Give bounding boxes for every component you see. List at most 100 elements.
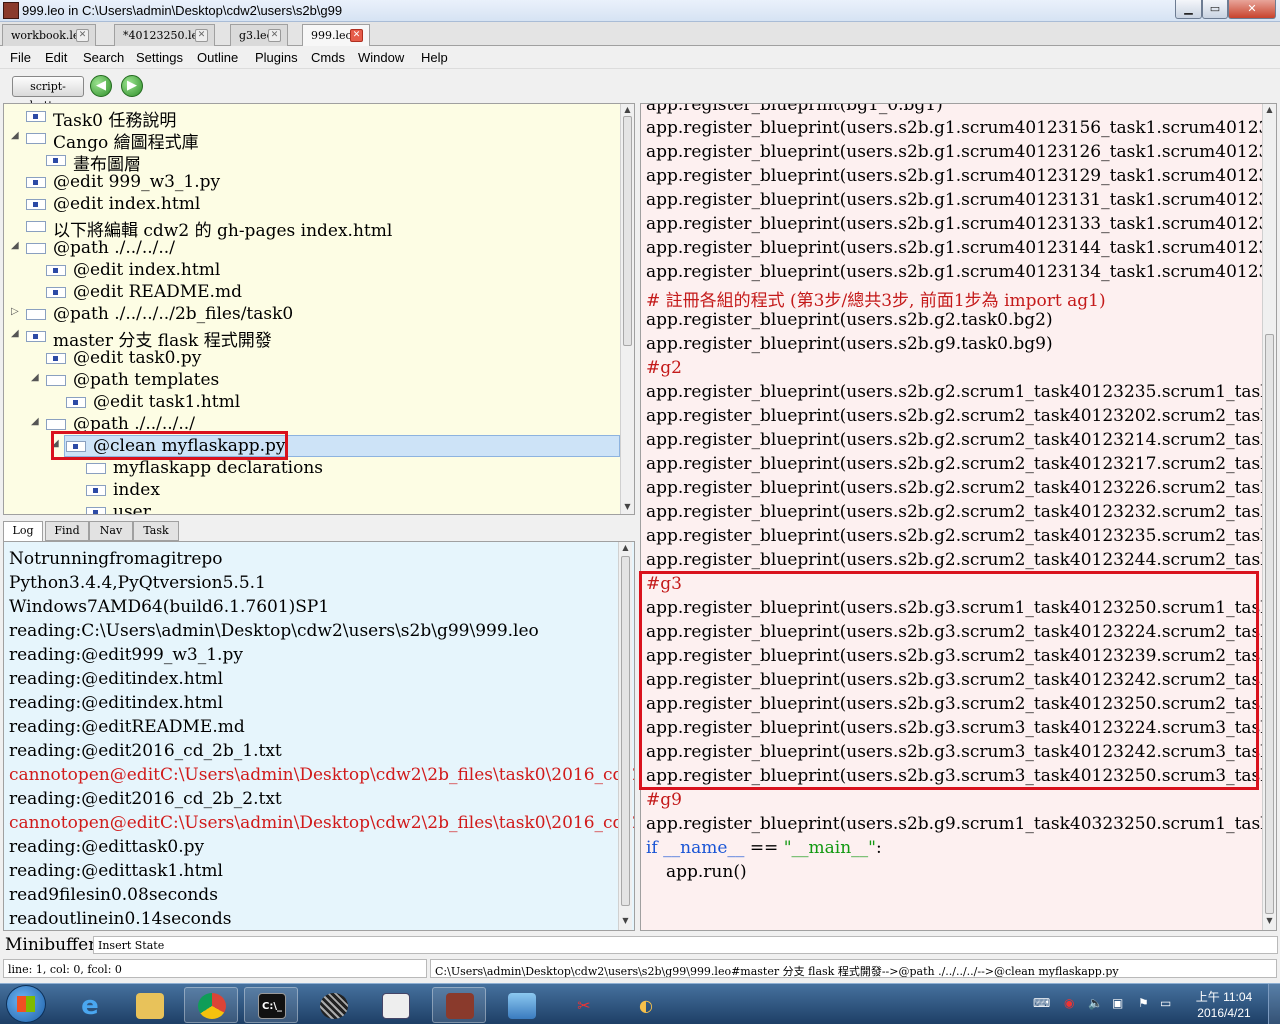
- tab-log[interactable]: Log: [3, 521, 43, 541]
- taskbar-cmd[interactable]: C:\_: [244, 987, 298, 1023]
- menu-edit[interactable]: Edit: [45, 50, 67, 65]
- close-tab-icon[interactable]: ✕: [195, 29, 208, 42]
- body-scrollbar[interactable]: ▲ ▼: [1262, 104, 1276, 930]
- system-clock[interactable]: 上午 11:04 2016/4/21: [1188, 989, 1260, 1021]
- expand-arrow-icon[interactable]: ◢: [11, 328, 21, 339]
- forward-arrow-icon[interactable]: ▶: [121, 75, 143, 97]
- outline-node[interactable]: ◢ @path ./../../../: [4, 237, 620, 259]
- menu-search[interactable]: Search: [83, 50, 124, 65]
- log-line: Python3.4.4,PyQtversion5.5.1: [9, 573, 266, 593]
- expand-arrow-icon[interactable]: ◢: [31, 416, 41, 427]
- taskbar-ie[interactable]: e: [62, 987, 116, 1023]
- volume-icon[interactable]: 🔈: [1088, 996, 1103, 1010]
- node-icon: [66, 397, 86, 408]
- scroll-up-icon[interactable]: ▲: [1263, 105, 1276, 114]
- menu-help[interactable]: Help: [421, 50, 448, 65]
- minimize-button[interactable]: ▁: [1175, 0, 1202, 19]
- display-icon[interactable]: ▭: [1160, 996, 1171, 1010]
- clock-time: 上午 11:04: [1195, 990, 1253, 1004]
- menu-outline[interactable]: Outline: [197, 50, 238, 65]
- outline-node[interactable]: Task0 任務說明: [4, 105, 620, 131]
- tab-999[interactable]: 999.leo ✕: [302, 24, 370, 47]
- folder-icon: [136, 993, 164, 1019]
- menu-file[interactable]: File: [10, 50, 31, 65]
- start-button[interactable]: [6, 985, 46, 1023]
- maximize-button[interactable]: ▭: [1202, 0, 1228, 19]
- outline-node[interactable]: ◢ @path templates: [4, 369, 620, 391]
- tab-find[interactable]: Find: [45, 521, 89, 541]
- code-line: app.register_blueprint(users.s2b.g9.task…: [646, 334, 1053, 354]
- code-line: app.register_blueprint(users.s2b.g2.scru…: [646, 526, 1276, 546]
- scroll-thumb[interactable]: [621, 556, 630, 906]
- expand-arrow-icon[interactable]: ◢: [11, 240, 21, 251]
- tab-workbook[interactable]: workbook.leo ✕: [2, 24, 96, 46]
- tab-g3[interactable]: g3.leo ✕: [230, 24, 288, 46]
- outline-node[interactable]: ▷ @path ./../../../2b_files/task0: [4, 303, 620, 325]
- scroll-down-icon[interactable]: ▼: [1263, 916, 1276, 925]
- close-button[interactable]: ✕: [1228, 0, 1276, 19]
- expand-arrow-icon[interactable]: ◢: [31, 372, 41, 383]
- outline-node[interactable]: ◢ master 分支 flask 程式開發: [4, 325, 620, 351]
- log-scrollbar[interactable]: ▲ ▼: [618, 542, 632, 930]
- outline-node[interactable]: @edit task1.html: [4, 391, 620, 413]
- action-center-flag-icon[interactable]: ⚑: [1138, 996, 1149, 1010]
- log-line: reading:@editindex.html: [9, 669, 224, 689]
- show-desktop-button[interactable]: [1268, 984, 1280, 1024]
- outline-node[interactable]: @edit index.html: [4, 259, 620, 281]
- taskbar-leo[interactable]: [432, 987, 486, 1023]
- taskbar-app-window[interactable]: [368, 987, 422, 1023]
- outline-node[interactable]: @edit 999_w3_1.py: [4, 171, 620, 193]
- node-icon: [26, 199, 46, 210]
- taskbar-snipping[interactable]: ✂: [556, 987, 610, 1023]
- node-icon: [46, 353, 66, 364]
- taskbar-app-photo[interactable]: [494, 987, 548, 1023]
- close-tab-icon[interactable]: ✕: [76, 29, 89, 42]
- menu-settings[interactable]: Settings: [136, 50, 183, 65]
- script-button[interactable]: script-button: [12, 76, 84, 112]
- taskbar-app-sphere[interactable]: [306, 987, 360, 1023]
- outline-node[interactable]: @edit task0.py: [4, 347, 620, 369]
- scroll-thumb[interactable]: [1265, 334, 1274, 914]
- node-icon: [46, 419, 66, 430]
- outline-node[interactable]: index: [4, 479, 620, 501]
- minibuffer-input[interactable]: Insert State: [93, 936, 1278, 954]
- code-line: app.register_blueprint(users.s2b.g2.task…: [646, 310, 1053, 330]
- code-line: app.register_blueprint(users.s2b.g2.scru…: [646, 454, 1276, 474]
- outline-node[interactable]: user: [4, 501, 620, 514]
- tab-task[interactable]: Task: [133, 521, 179, 541]
- window-app-icon: [382, 993, 410, 1019]
- menu-plugins[interactable]: Plugins: [255, 50, 298, 65]
- tab-label: 999.leo: [311, 29, 353, 42]
- body-editor-pane[interactable]: app.register_blueprint(bg1_0.bg1) app.re…: [640, 103, 1277, 931]
- outline-node[interactable]: 畫布圖層: [4, 149, 620, 175]
- scroll-thumb[interactable]: [623, 116, 632, 346]
- code-line: app.register_blueprint(users.s2b.g2.scru…: [646, 382, 1276, 402]
- outline-node[interactable]: ◢ Cango 繪圖程式庫: [4, 127, 620, 153]
- keyboard-icon[interactable]: ⌨: [1033, 996, 1050, 1010]
- scroll-up-icon[interactable]: ▲: [621, 105, 634, 114]
- outline-node[interactable]: @edit index.html: [4, 193, 620, 215]
- outline-scrollbar[interactable]: ▲ ▼: [620, 104, 634, 514]
- tab-40123250[interactable]: *40123250.leo ✕: [114, 24, 215, 46]
- code-line: app.register_blueprint(users.s2b.g1.scru…: [646, 118, 1276, 138]
- scroll-down-icon[interactable]: ▼: [621, 502, 634, 511]
- menu-window[interactable]: Window: [358, 50, 404, 65]
- outline-node[interactable]: 以下將編輯 cdw2 的 gh-pages index.html: [4, 215, 620, 241]
- outline-node[interactable]: @edit README.md: [4, 281, 620, 303]
- close-tab-icon[interactable]: ✕: [268, 29, 281, 42]
- expand-arrow-icon[interactable]: ◢: [11, 130, 21, 141]
- back-arrow-icon[interactable]: ◀: [90, 75, 112, 97]
- log-pane[interactable]: Notrunningfromagitrepo Python3.4.4,PyQtv…: [3, 541, 635, 931]
- menu-cmds[interactable]: Cmds: [311, 50, 345, 65]
- taskbar-chrome[interactable]: [184, 987, 238, 1023]
- network-icon[interactable]: ▣: [1112, 996, 1123, 1010]
- close-tab-icon[interactable]: ✕: [350, 29, 363, 42]
- tab-nav[interactable]: Nav: [89, 521, 133, 541]
- antivirus-icon[interactable]: ◉: [1064, 996, 1074, 1010]
- scroll-down-icon[interactable]: ▼: [619, 916, 632, 925]
- taskbar-explorer[interactable]: [122, 987, 176, 1023]
- taskbar-paint[interactable]: ◐: [618, 987, 672, 1023]
- scroll-up-icon[interactable]: ▲: [619, 543, 632, 552]
- collapsed-arrow-icon[interactable]: ▷: [11, 306, 21, 317]
- outline-node[interactable]: myflaskapp declarations: [4, 457, 620, 479]
